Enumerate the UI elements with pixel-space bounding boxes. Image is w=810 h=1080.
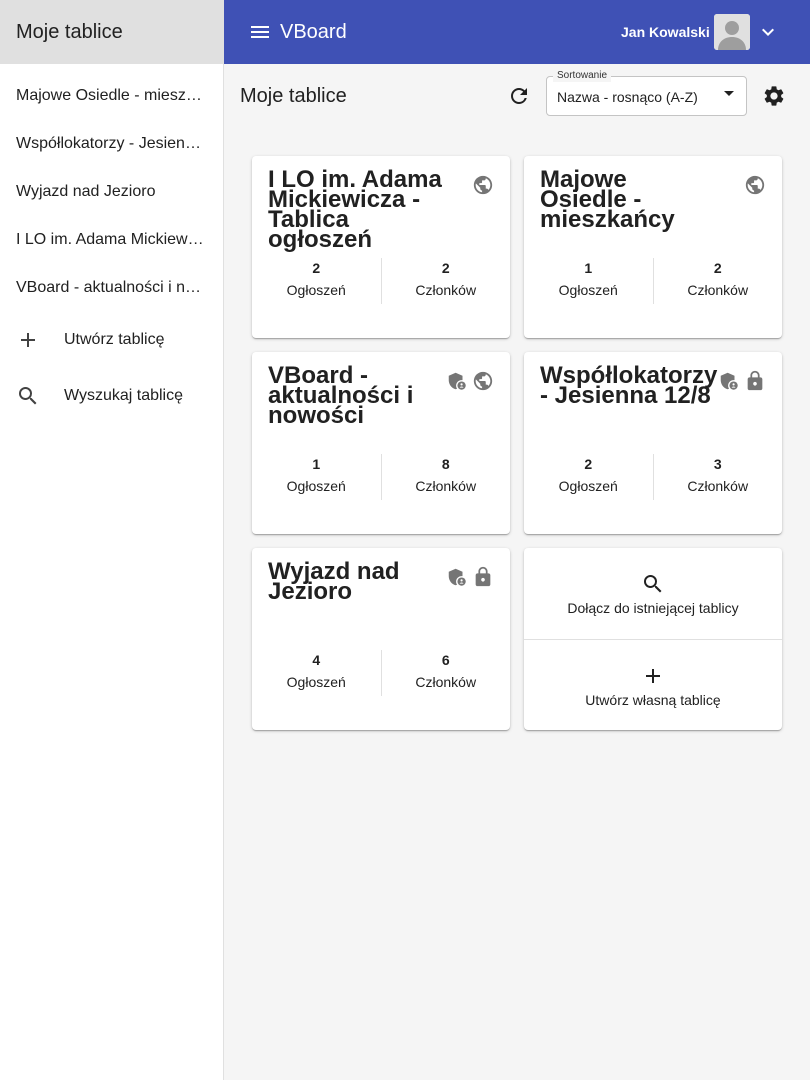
- chevron-down-icon[interactable]: [756, 20, 780, 44]
- board-stats: 4 Ogłoszeń 6 Członków: [252, 650, 510, 696]
- avatar[interactable]: [714, 14, 750, 50]
- board-title: Wyjazd nad Jezioro: [268, 558, 400, 605]
- join-board-label: Dołącz do istniejącej tablicy: [567, 599, 739, 616]
- public-icon: [472, 174, 494, 196]
- app-bar: VBoard Jan Kowalski: [224, 0, 810, 64]
- posts-count: 2: [312, 260, 321, 276]
- create-board-label: Utwórz własną tablicę: [585, 691, 721, 708]
- admin-shield-icon: [718, 370, 740, 392]
- add-icon: [641, 664, 665, 688]
- sidebar-item-wyjazd[interactable]: Wyjazd nad Jezioro: [0, 168, 223, 216]
- board-title: Współlokatorzy - Jesienna 12/8: [540, 362, 718, 409]
- members-count: 3: [713, 456, 722, 472]
- posts-count: 1: [312, 456, 321, 472]
- members-label: Członków: [415, 674, 477, 690]
- admin-shield-icon: [446, 566, 468, 588]
- sidebar-item-i-lo[interactable]: I LO im. Adama Mickiewicza - Tablica ogł…: [0, 216, 223, 264]
- gear-icon[interactable]: [762, 84, 786, 108]
- board-stats: 2 Ogłoszeń 3 Członków: [524, 454, 782, 500]
- board-stats: 2 Ogłoszeń 2 Członków: [252, 258, 510, 304]
- board-card-wspollokatorzy[interactable]: Współlokatorzy - Jesienna 12/8 2 Ogłoszeń…: [524, 352, 782, 534]
- members-label: Członków: [687, 478, 749, 494]
- user-name: Jan Kowalski: [621, 24, 710, 40]
- sidebar: Moje tablice Majowe Osiedle - mieszkańcy…: [0, 0, 224, 1080]
- board-title: I LO im. Adama Mickiewicza - Tablica ogł…: [268, 166, 442, 253]
- sidebar-item-label: Współlokatorzy - Jesienna 12/8: [16, 135, 206, 152]
- lock-icon: [744, 370, 766, 392]
- posts-count: 2: [584, 456, 593, 472]
- board-card-wyjazd[interactable]: Wyjazd nad Jezioro 4 Ogłoszeń 6 Członków: [252, 548, 510, 730]
- members-label: Członków: [415, 282, 477, 298]
- join-board-button[interactable]: Dołącz do istniejącej tablicy: [524, 548, 782, 639]
- search-icon: [16, 384, 48, 408]
- sidebar-item-vboard[interactable]: VBoard - aktualności i nowości: [0, 264, 223, 312]
- sidebar-create-board[interactable]: Utwórz tablicę: [0, 312, 223, 368]
- board-stats: 1 Ogłoszeń 2 Członków: [524, 258, 782, 304]
- sidebar-create-label: Utwórz tablicę: [64, 331, 165, 348]
- public-icon: [472, 370, 494, 392]
- posts-label: Ogłoszeń: [286, 282, 346, 298]
- members-label: Członków: [415, 478, 477, 494]
- posts-count: 1: [584, 260, 593, 276]
- board-title: Majowe Osiedle - mieszkańcy: [540, 166, 675, 233]
- menu-icon[interactable]: [248, 20, 272, 44]
- sidebar-item-label: Wyjazd nad Jezioro: [16, 183, 156, 200]
- sidebar-board-list: Majowe Osiedle - mieszkańcy Współlokator…: [0, 64, 223, 424]
- create-board-button[interactable]: Utwórz własną tablicę: [524, 640, 782, 730]
- board-actions-card: Dołącz do istniejącej tablicy Utwórz wła…: [524, 548, 782, 730]
- sidebar-item-label: I LO im. Adama Mickiewicza - Tablica ogł…: [16, 231, 206, 248]
- sidebar-item-majowe-osiedle[interactable]: Majowe Osiedle - mieszkańcy: [0, 72, 223, 120]
- members-count: 2: [441, 260, 450, 276]
- posts-count: 4: [312, 652, 321, 668]
- sort-select[interactable]: Sortowanie Nazwa - rosnąco (A-Z): [546, 70, 747, 116]
- members-label: Członków: [687, 282, 749, 298]
- sidebar-search-label: Wyszukaj tablicę: [64, 387, 184, 404]
- posts-label: Ogłoszeń: [286, 674, 346, 690]
- sidebar-item-label: VBoard - aktualności i nowości: [16, 279, 206, 296]
- members-count: 8: [441, 456, 450, 472]
- sidebar-item-wspollokatorzy[interactable]: Współlokatorzy - Jesienna 12/8: [0, 120, 223, 168]
- board-card-majowe-osiedle[interactable]: Majowe Osiedle - mieszkańcy 1 Ogłoszeń 2 C…: [524, 156, 782, 338]
- members-count: 2: [713, 260, 722, 276]
- sidebar-search-board[interactable]: Wyszukaj tablicę: [0, 368, 223, 424]
- app-title: VBoard: [280, 20, 347, 43]
- board-card-vboard[interactable]: VBoard - aktualności i nowości 1 Ogłoszeń…: [252, 352, 510, 534]
- members-count: 6: [441, 652, 450, 668]
- page-title: Moje tablice: [240, 84, 347, 107]
- add-icon: [16, 328, 48, 352]
- sidebar-title: Moje tablice: [0, 0, 223, 64]
- board-title: VBoard - aktualności i nowości: [268, 362, 414, 429]
- page-toolbar: Moje tablice Sortowanie Nazwa - rosnąco …: [224, 64, 810, 128]
- sort-value: Nazwa - rosnąco (A-Z): [557, 89, 698, 105]
- posts-label: Ogłoszeń: [286, 478, 346, 494]
- posts-label: Ogłoszeń: [558, 282, 618, 298]
- search-icon: [641, 572, 665, 596]
- board-card-i-lo[interactable]: I LO im. Adama Mickiewicza - Tablica ogł…: [252, 156, 510, 338]
- dropdown-arrow-icon: [724, 91, 734, 96]
- refresh-icon[interactable]: [507, 84, 531, 108]
- board-stats: 1 Ogłoszeń 8 Członków: [252, 454, 510, 500]
- lock-icon: [472, 566, 494, 588]
- sidebar-item-label: Majowe Osiedle - mieszkańcy: [16, 87, 206, 104]
- admin-shield-icon: [446, 370, 468, 392]
- public-icon: [744, 174, 766, 196]
- posts-label: Ogłoszeń: [558, 478, 618, 494]
